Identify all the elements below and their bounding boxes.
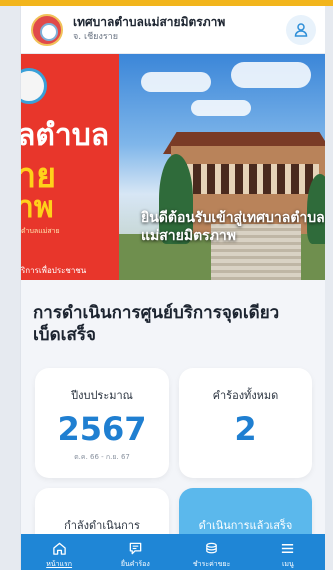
total-requests-card[interactable]: คำร้องทั้งหมด 2 [179, 368, 312, 478]
welcome-text: ยินดีต้อนรับเข้าสู่เทศบาลตำบล แม่สายมิตร… [141, 210, 325, 245]
total-requests-value: 2 [234, 410, 257, 448]
municipality-logo [31, 13, 63, 46]
banner-text-line3: าพ [21, 190, 54, 225]
in-progress-label: กำลังดำเนินการ [64, 519, 140, 532]
cloud [231, 62, 311, 88]
app-title: เทศบาลตำบลแม่สายมิตรภาพ [73, 15, 226, 30]
nav-pay-waste-fee[interactable]: ชำระค่าขยะ [174, 534, 250, 570]
banner-small-text: ตำบลแม่สาย [21, 227, 60, 235]
page-frame: เทศบาลตำบลแม่สายมิตรภาพ จ. เชียงราย ลตำบ… [0, 0, 333, 570]
hero-banner: ลตำบล าย าพ ตำบลแม่สาย ริการเพื่อประชาชน… [21, 54, 325, 280]
app-subtitle: จ. เชียงราย [73, 32, 119, 43]
cloud [191, 100, 251, 116]
nav-menu[interactable]: เมนู [250, 534, 325, 570]
fiscal-year-value: 2567 [57, 410, 147, 448]
nav-menu-label: เมนู [281, 559, 294, 568]
nav-submit-request[interactable]: ยื่นคำร้อง [97, 534, 173, 570]
building-windows [179, 164, 319, 194]
fiscal-year-range: ต.ค. 66 - ก.ย. 67 [74, 453, 130, 461]
header-titles: เทศบาลตำบลแม่สายมิตรภาพ จ. เชียงราย [73, 15, 286, 43]
app-header: เทศบาลตำบลแม่สายมิตรภาพ จ. เชียงราย [21, 6, 325, 54]
app-screen: เทศบาลตำบลแม่สายมิตรภาพ จ. เชียงราย ลตำบ… [20, 6, 325, 570]
fiscal-year-label: ปีงบประมาณ [71, 389, 133, 402]
user-icon [294, 22, 308, 37]
welcome-line1: ยินดีต้อนรับเข้าสู่เทศบาลตำบล [141, 210, 325, 226]
nav-submit-label: ยื่นคำร้อง [120, 559, 150, 568]
bottom-navigation: หน้าแรก ยื่นคำร้อง ชำระค่าขยะ เมนู [21, 534, 325, 570]
chat-icon [129, 542, 142, 554]
coins-icon [206, 542, 217, 553]
nav-home-label: หน้าแรก [46, 559, 73, 568]
completed-label: ดำเนินการแล้วเสร็จ [198, 519, 293, 532]
fiscal-year-card[interactable]: ปีงบประมาณ 2567 ต.ค. 66 - ก.ย. 67 [35, 368, 169, 478]
nav-home[interactable]: หน้าแรก [21, 534, 97, 570]
cloud [141, 72, 211, 92]
section-title: การดำเนินการศูนย์บริการจุดเดียวเบ็ดเสร็จ [33, 303, 280, 346]
total-requests-label: คำร้องทั้งหมด [212, 389, 279, 402]
welcome-line2: แม่สายมิตรภาพ [141, 227, 237, 244]
menu-icon [282, 543, 294, 553]
home-icon [52, 542, 66, 555]
banner-service-text: ริการเพื่อประชาชน [21, 266, 87, 275]
user-button[interactable] [286, 14, 316, 45]
nav-pay-label: ชำระค่าขยะ [192, 559, 231, 568]
